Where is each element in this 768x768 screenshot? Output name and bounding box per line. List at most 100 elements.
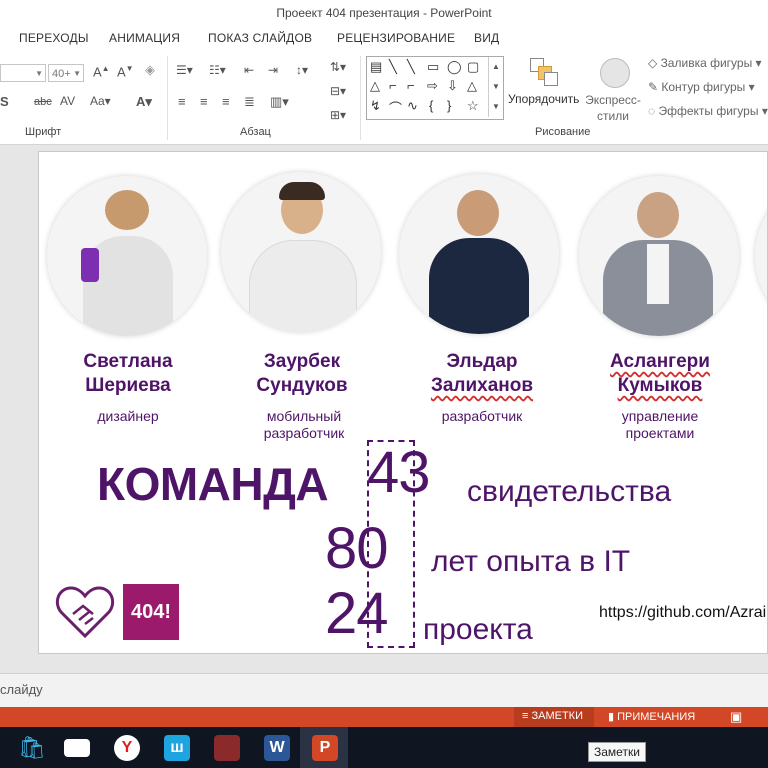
- grow-font-icon[interactable]: A▲: [93, 64, 110, 79]
- rounded-rectangle-shape-icon[interactable]: ▢: [467, 59, 479, 75]
- quick-styles-button[interactable]: Экспресс-стили: [583, 92, 643, 124]
- taskbar: 🛍 Y ш W P: [0, 727, 768, 768]
- quick-styles-icon[interactable]: [600, 58, 630, 88]
- tab-view[interactable]: ВИД: [474, 26, 499, 50]
- oval-shape-icon[interactable]: ◯: [447, 59, 462, 75]
- yandex-browser-icon[interactable]: Y: [114, 735, 140, 761]
- member-name: Эльдар Залиханов: [430, 351, 534, 396]
- tab-animation[interactable]: АНИМАЦИЯ: [109, 26, 180, 50]
- brace-shape-icon[interactable]: }: [447, 98, 451, 113]
- paint-bucket-icon: ◇: [648, 56, 661, 70]
- effects-icon: ◌: [648, 104, 659, 118]
- member-name: Аслангери Кумыков: [610, 351, 710, 396]
- handshake-heart-icon: [55, 586, 115, 639]
- comment-icon: ▮: [608, 711, 618, 723]
- group-label-paragraph: Абзац: [240, 126, 271, 138]
- align-text-icon[interactable]: ⊟▾: [330, 84, 346, 98]
- textbox-shape-icon[interactable]: ▤: [370, 59, 382, 75]
- logo-404: 404!: [123, 584, 179, 640]
- strikethrough-icon[interactable]: abc: [34, 96, 52, 108]
- arrange-icon[interactable]: [530, 58, 558, 86]
- smartart-icon[interactable]: ⊞▾: [330, 108, 346, 122]
- decrease-indent-icon[interactable]: ⇤: [244, 63, 254, 77]
- char-spacing-icon[interactable]: AV: [60, 94, 75, 108]
- selection-frame[interactable]: [367, 440, 415, 648]
- mail-icon[interactable]: [64, 739, 90, 757]
- pen-icon: ✎: [648, 80, 662, 94]
- align-center-icon[interactable]: ≡: [200, 94, 208, 109]
- team-photo-5: [755, 176, 767, 336]
- tab-transitions[interactable]: ПЕРЕХОДЫ: [19, 26, 89, 50]
- bullets-icon[interactable]: ☰▾: [176, 63, 193, 77]
- team-photo-2: [221, 172, 381, 332]
- columns-icon[interactable]: ▥▾: [270, 94, 289, 110]
- align-right-icon[interactable]: ≡: [222, 94, 230, 109]
- word-icon[interactable]: W: [264, 735, 290, 761]
- shape-fill-button[interactable]: ◇ Заливка фигуры ▾: [648, 56, 762, 70]
- stat-label: проекта: [423, 613, 533, 646]
- tab-slideshow[interactable]: ПОКАЗ СЛАЙДОВ: [208, 26, 312, 50]
- connector-shape-icon[interactable]: ⌐: [389, 78, 397, 93]
- store-icon[interactable]: 🛍: [18, 735, 46, 761]
- separator: [167, 56, 168, 140]
- group-label-drawing: Рисование: [535, 126, 591, 138]
- shadow-icon[interactable]: S: [0, 94, 9, 109]
- triangle-shape-icon[interactable]: △: [370, 78, 380, 94]
- increase-indent-icon[interactable]: ⇥: [268, 63, 278, 77]
- numbering-icon[interactable]: ☷▾: [209, 63, 226, 77]
- window-title: Проеект 404 презентация - PowerPoint: [0, 0, 768, 26]
- font-size-dropdown[interactable]: 40+ ▼: [48, 64, 84, 82]
- ribbon-tabs: ПЕРЕХОДЫ АНИМАЦИЯ ПОКАЗ СЛАЙДОВ РЕЦЕНЗИР…: [0, 26, 768, 50]
- shapes-gallery[interactable]: ▤ ╲ ╲ ▭ ◯ ▢ △ ⌐ ⌐ ⇨ ⇩ △ ↯ ⌒ ∿ { } ☆ ▲ ▼ ▼: [366, 56, 504, 120]
- member-role: мобильный разработчик: [263, 408, 345, 441]
- slide-canvas[interactable]: Светлана Шериева дизайнер Заурбек Сундуков…: [38, 151, 768, 654]
- arrow-shape-icon[interactable]: ⇨: [427, 78, 438, 94]
- group-label-font: Шрифт: [25, 126, 62, 138]
- shape-outline-button[interactable]: ✎ Контур фигуры ▾: [648, 80, 755, 94]
- normal-view-icon[interactable]: ▣: [730, 709, 742, 725]
- gallery-scroll[interactable]: ▲ ▼ ▼: [488, 57, 503, 117]
- brace-shape-icon[interactable]: {: [429, 98, 433, 113]
- member-role: дизайнер: [97, 408, 159, 424]
- freeform-shape-icon[interactable]: △: [467, 78, 477, 94]
- github-link[interactable]: https://github.com/Azrai: [599, 604, 766, 622]
- freeform-shape-icon[interactable]: ↯: [370, 98, 381, 114]
- team-photo-1: [47, 176, 207, 336]
- member-role: разработчик: [441, 408, 523, 424]
- line-shape-icon[interactable]: ╲: [389, 59, 397, 75]
- notes-tooltip: Заметки: [588, 742, 646, 762]
- shrink-font-icon[interactable]: A▼: [117, 64, 134, 79]
- line-shape-icon[interactable]: ╲: [407, 59, 415, 75]
- tab-review[interactable]: РЕЦЕНЗИРОВАНИЕ: [337, 26, 455, 50]
- powerpoint-icon[interactable]: P: [312, 735, 338, 761]
- notes-button[interactable]: ≡ ЗАМЕТКИ: [522, 710, 583, 722]
- team-photo-3: [399, 174, 559, 334]
- line-spacing-icon[interactable]: ↕▾: [296, 63, 308, 77]
- font-color-icon[interactable]: A▾: [136, 94, 152, 110]
- align-left-icon[interactable]: ≡: [178, 94, 186, 109]
- shape-effects-button[interactable]: ◌ Эффекты фигуры ▾: [648, 104, 768, 118]
- comments-button[interactable]: ▮ ПРИМЕЧАНИЯ: [608, 710, 695, 723]
- font-name-dropdown[interactable]: ▼: [0, 64, 46, 82]
- connector-shape-icon[interactable]: ⌐: [407, 78, 415, 93]
- headline: КОМАНДА: [97, 458, 329, 510]
- stat-label: лет опыта в IT: [431, 545, 631, 578]
- ribbon: ▼ 40+ ▼ A▲ A▼ ◈ S abc AV Aa▾ A▾ Шрифт ☰▾ …: [0, 50, 768, 145]
- notes-pane[interactable]: слайду: [0, 673, 768, 708]
- justify-icon[interactable]: ≣: [244, 94, 255, 110]
- ww-app-icon[interactable]: ш: [164, 735, 190, 761]
- change-case-icon[interactable]: Aa▾: [90, 94, 111, 108]
- member-role: управление проектами: [621, 408, 699, 441]
- winrar-icon[interactable]: [214, 735, 240, 761]
- curve-shape-icon[interactable]: ∿: [407, 98, 418, 114]
- notes-placeholder[interactable]: слайду: [0, 682, 43, 697]
- star-shape-icon[interactable]: ☆: [467, 98, 479, 114]
- curve-shape-icon[interactable]: ⌒: [389, 98, 402, 117]
- clear-formatting-icon[interactable]: ◈: [145, 62, 155, 78]
- text-direction-icon[interactable]: ⇅▾: [330, 60, 346, 74]
- status-bar: ≡ ЗАМЕТКИ ▮ ПРИМЕЧАНИЯ ▣: [0, 707, 768, 727]
- font-size-value: 40+: [52, 68, 71, 80]
- arrange-button[interactable]: Упорядочить: [508, 92, 579, 106]
- arrow-shape-icon[interactable]: ⇩: [447, 78, 458, 94]
- rectangle-shape-icon[interactable]: ▭: [427, 59, 439, 75]
